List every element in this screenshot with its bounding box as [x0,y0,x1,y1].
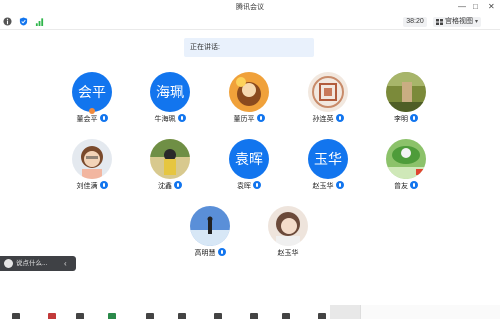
signal-icon[interactable] [35,17,44,26]
avatar [150,139,190,179]
participant-tile[interactable]: 会平 董会平 [52,72,132,142]
participant-name: 沈鑫 [158,183,172,190]
microphone-icon[interactable] [177,114,186,122]
participant-name: 刘佳满 [76,183,98,190]
participant-tile[interactable]: 高明慧 [170,206,250,276]
avatar [308,72,348,112]
avatar [190,206,230,246]
meeting-toolbar: 38:20 宫格视图 ▾ [0,14,500,30]
participant-tile[interactable]: 袁晖 袁晖 [209,139,289,209]
participant-tile[interactable]: 海珮 牛海珮 [130,72,210,142]
speaking-indicator: 正在讲话: [184,38,314,57]
maximize-button[interactable]: □ [473,2,478,11]
participant-tile[interactable]: 孙连英 [288,72,368,142]
avatar: 海珮 [150,72,190,112]
participant-name: 赵玉华 [277,250,299,257]
avatar: 玉华 [308,139,348,179]
security-icon[interactable] [76,313,84,319]
info-icon[interactable] [3,17,12,26]
avatar [72,139,112,179]
participant-tile[interactable]: 玉华 赵玉华 [288,139,368,209]
window-title: 腾讯会议 [236,4,264,11]
participant-name: 李明 [394,116,408,123]
microphone-icon[interactable] [253,181,261,189]
avatar [386,72,426,112]
settings-icon[interactable] [282,313,290,319]
microphone-icon[interactable] [256,114,265,122]
title-bar: 腾讯会议 — □ ✕ [0,0,500,14]
participant-tile[interactable]: 沈鑫 [130,139,210,209]
minimize-button[interactable]: — [458,2,466,11]
more-icon[interactable] [318,313,326,319]
record-icon[interactable] [214,313,222,319]
participant-tile[interactable]: 董历平 [209,72,289,142]
microphone-icon[interactable] [174,181,182,189]
microphone-icon[interactable] [99,181,108,189]
layout-label: 宫格视图 [445,18,473,25]
avatar [268,206,308,246]
chat-input-bar[interactable]: 说点什么... ‹ [0,256,76,271]
participant-name: 董会平 [76,116,98,123]
shield-icon[interactable] [19,17,28,26]
avatar [229,72,269,112]
participant-tile[interactable]: 赵玉华 [248,206,328,276]
microphone-icon[interactable] [217,248,226,256]
participant-name: 曾友 [394,183,408,190]
meeting-timer: 38:20 [403,17,427,27]
collapse-chevron-icon[interactable]: ‹ [64,256,67,271]
microphone-icon[interactable] [410,114,418,122]
grid-icon [436,19,443,25]
participant-name: 袁晖 [237,183,251,190]
microphone-icon[interactable] [335,181,344,189]
participant-tile[interactable]: 曾友 [366,139,446,209]
participant-tile[interactable]: 刘佳满 [52,139,132,209]
avatar [386,139,426,179]
participant-name: 赵玉华 [312,183,334,190]
side-panel [360,305,500,319]
close-button[interactable]: ✕ [488,2,495,11]
apps-icon[interactable] [250,313,258,319]
share-screen-icon[interactable] [108,313,116,319]
avatar: 会平 [72,72,112,112]
participant-name: 董历平 [233,116,255,123]
participant-name: 高明慧 [194,250,216,257]
layout-button[interactable]: 宫格视图 [433,17,481,27]
participant-name: 孙连英 [312,116,334,123]
microphone-icon[interactable] [335,114,344,122]
emoji-icon[interactable] [4,259,13,268]
side-panel-edge [330,305,360,319]
participant-name: 牛海珮 [154,116,176,123]
chevron-down-icon[interactable]: ▾ [475,17,478,27]
avatar: 袁晖 [229,139,269,179]
members-icon[interactable] [146,313,154,319]
chat-placeholder: 说点什么... [16,260,48,267]
microphone-icon[interactable] [99,114,108,122]
chat-icon[interactable] [178,313,186,319]
video-icon[interactable] [48,313,56,319]
participant-tile[interactable]: 李明 [366,72,446,142]
microphone-icon[interactable] [410,181,418,189]
microphone-icon[interactable] [12,313,20,319]
